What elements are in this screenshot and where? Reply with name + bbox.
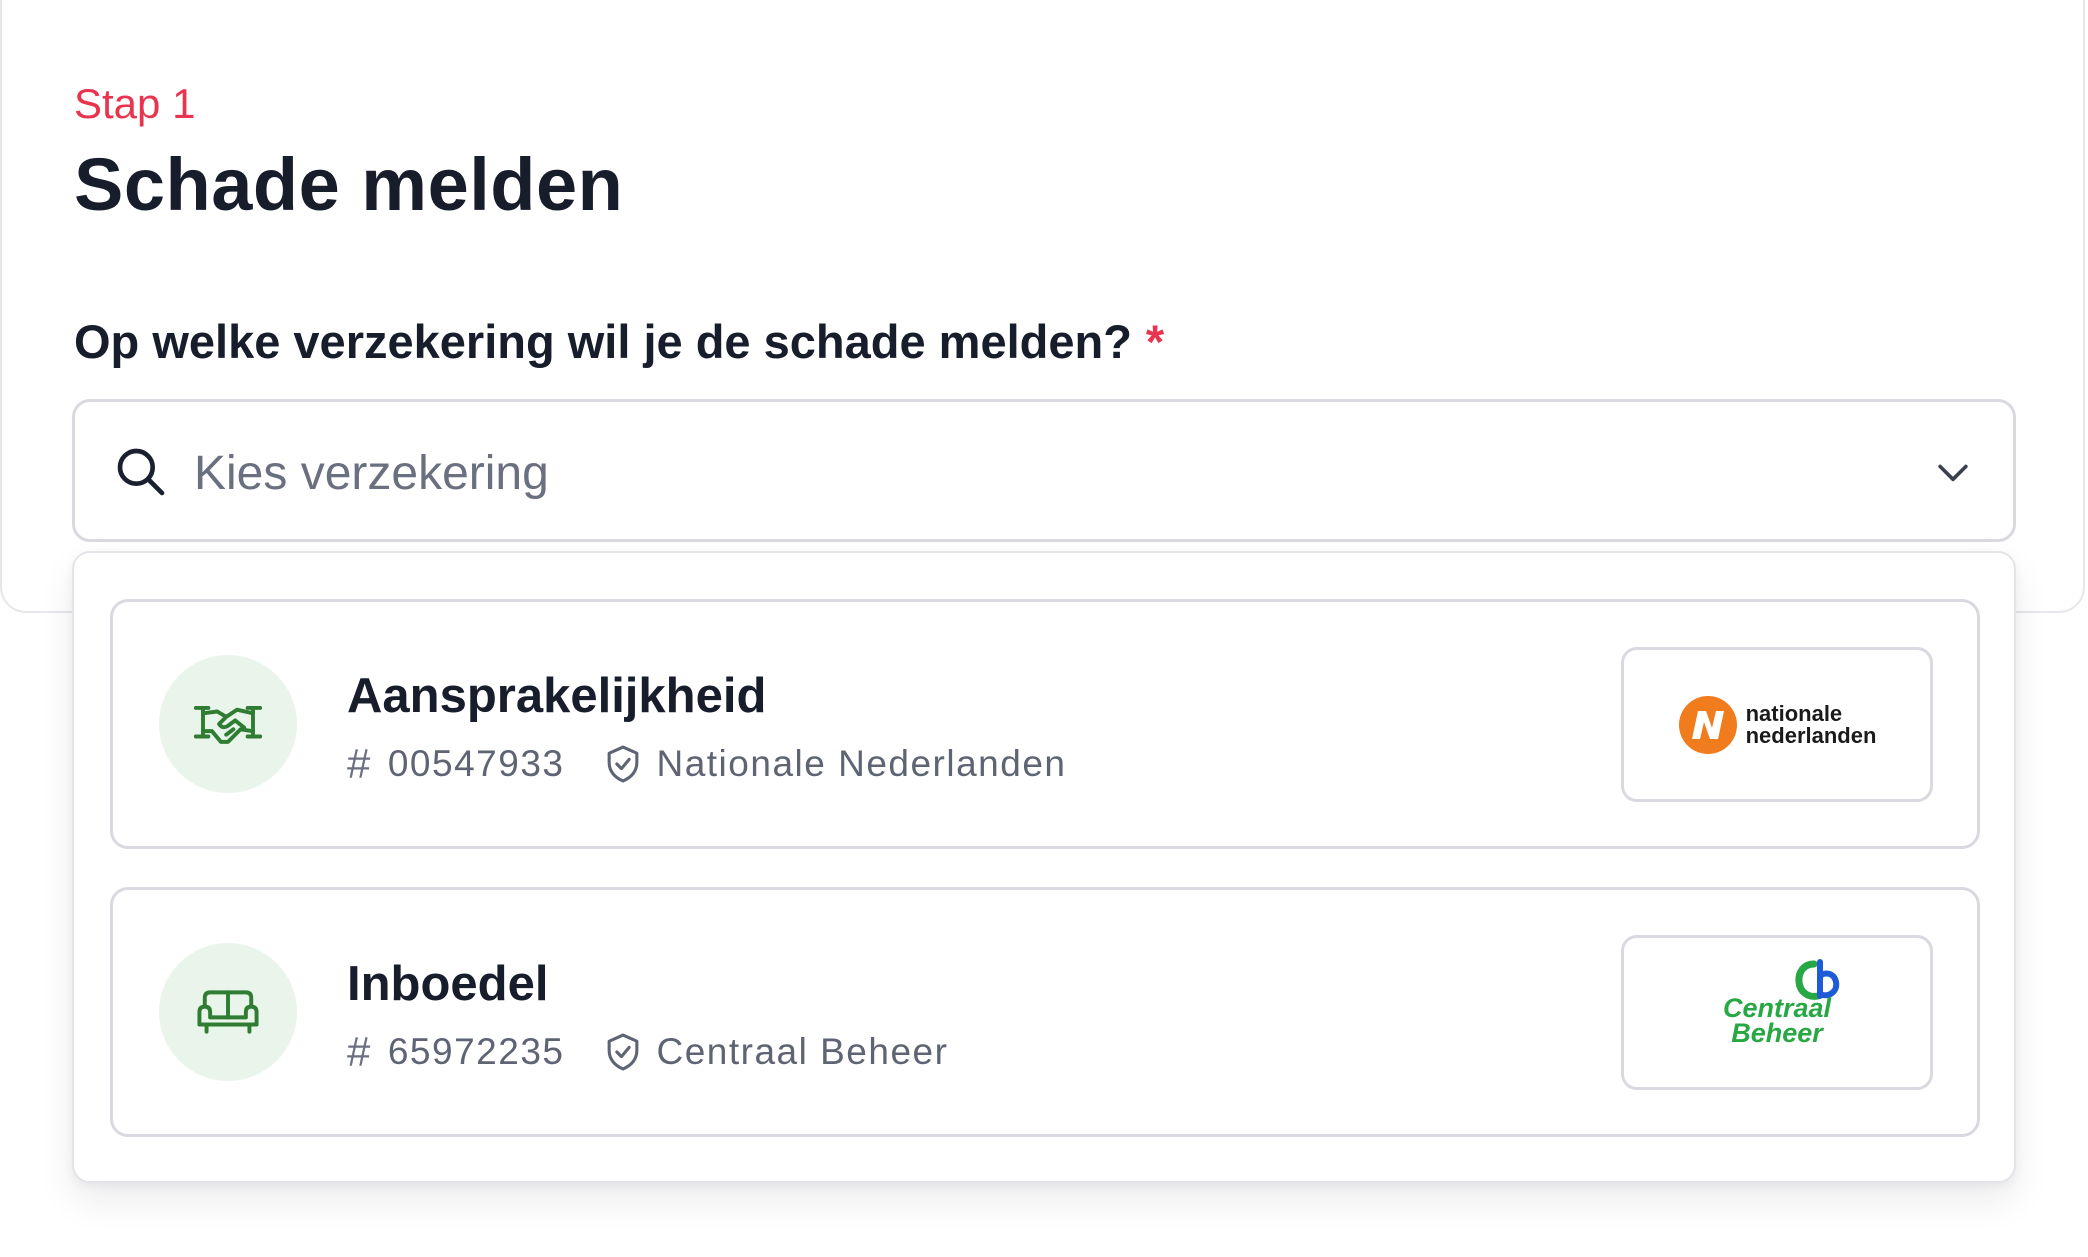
shield-icon (608, 1033, 639, 1071)
insurance-dropdown: Aansprakelijkheid # 00547933 Nationale N… (72, 551, 2016, 1183)
category-icon-circle (159, 655, 297, 793)
step-label: Stap 1 (74, 80, 196, 127)
question-text: Op welke verzekering wil je de schade me… (74, 315, 1132, 368)
chevron-down-icon[interactable] (1931, 450, 1975, 494)
select-placeholder: Kies verzekering (194, 447, 549, 500)
hash-icon: # (347, 740, 372, 787)
shield-icon (608, 745, 639, 783)
search-icon (117, 448, 165, 496)
handshake-icon (193, 705, 263, 744)
sofa-icon (197, 990, 259, 1034)
logo-line-2: nederlanden (1745, 722, 1877, 748)
centraal-beheer-logo: Centraal Beheer (1702, 958, 1852, 1068)
nationale-nederlanden-logo: nationale nederlanden (1678, 695, 1877, 755)
option-name: Aansprakelijkheid (347, 669, 767, 723)
insurer-name: Centraal Beheer (656, 1031, 949, 1072)
insurer-logo: nationale nederlanden (1621, 647, 1933, 802)
logo-line-1: nationale (1745, 700, 1843, 726)
policy-number: 00547933 (387, 743, 565, 784)
option-aansprakelijkheid[interactable]: Aansprakelijkheid # 00547933 Nationale N… (110, 599, 1980, 849)
required-marker: * (1145, 315, 1165, 368)
insurer-name: Nationale Nederlanden (656, 743, 1067, 784)
nn-logo-mark (1678, 695, 1737, 754)
logo-line-1: Centraal (1722, 992, 1832, 1023)
option-meta: # 00547933 Nationale Nederlanden (347, 740, 1066, 788)
option-name: Inboedel (347, 957, 549, 1011)
insurer-logo: Centraal Beheer (1621, 935, 1933, 1090)
logo-line-2: Beheer (1731, 1017, 1823, 1048)
insurance-select[interactable]: Kies verzekering (72, 399, 2016, 542)
option-meta: # 65972235 Centraal Beheer (347, 1028, 948, 1076)
question-label: Op welke verzekering wil je de schade me… (74, 314, 1164, 369)
option-inboedel[interactable]: Inboedel # 65972235 Centraal Beheer Cent… (110, 887, 1980, 1137)
category-icon-circle (159, 943, 297, 1081)
hash-icon: # (347, 1028, 372, 1075)
policy-number: 65972235 (387, 1031, 565, 1072)
page-title: Schade melden (74, 143, 624, 226)
